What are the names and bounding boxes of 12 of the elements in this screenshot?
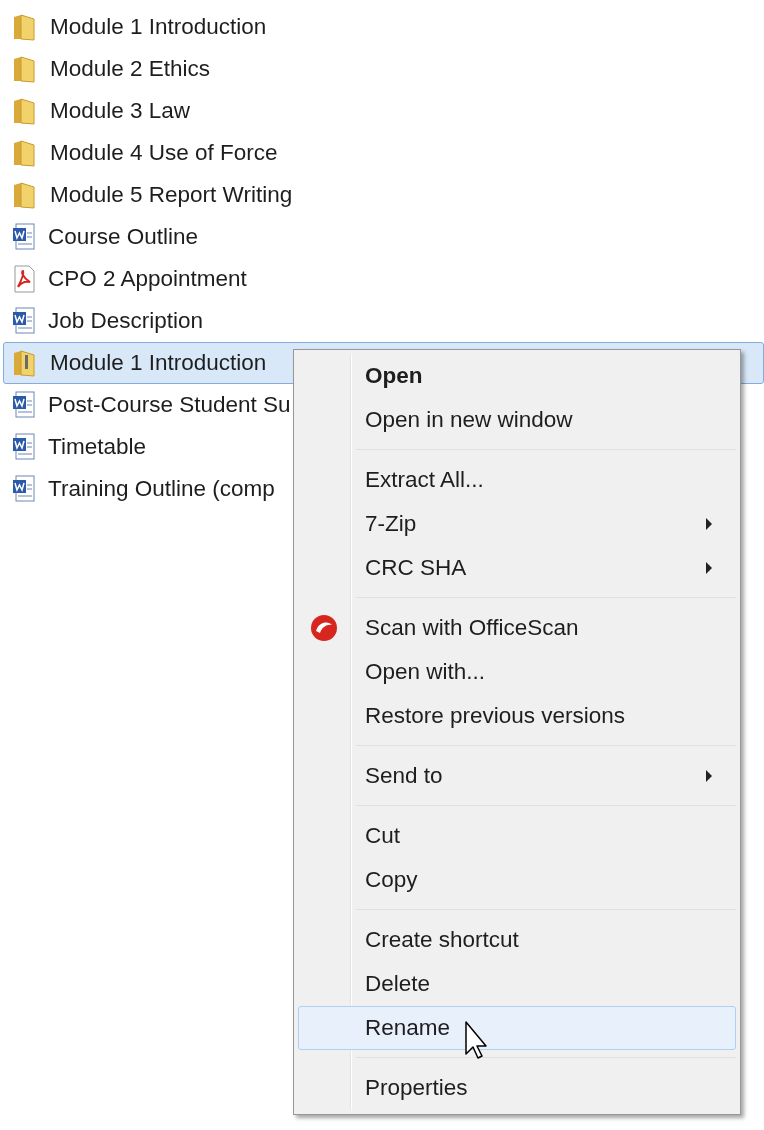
file-name: Module 1 Introduction	[50, 349, 267, 378]
file-name: Training Outline (comp	[48, 475, 275, 504]
file-name: Module 3 Law	[50, 97, 191, 126]
file-name: CPO 2 Appointment	[48, 265, 247, 294]
file-name: Course Outline	[48, 223, 199, 252]
file-name: Timetable	[48, 433, 146, 462]
file-name: Post-Course Student Su	[48, 391, 291, 420]
file-name: Module 1 Introduction	[50, 13, 267, 42]
file-name: Module 5 Report Writing	[50, 181, 293, 210]
file-name: Module 4 Use of Force	[50, 139, 278, 168]
file-name: Module 2 Ethics	[50, 55, 211, 84]
file-name: Job Description	[48, 307, 204, 336]
